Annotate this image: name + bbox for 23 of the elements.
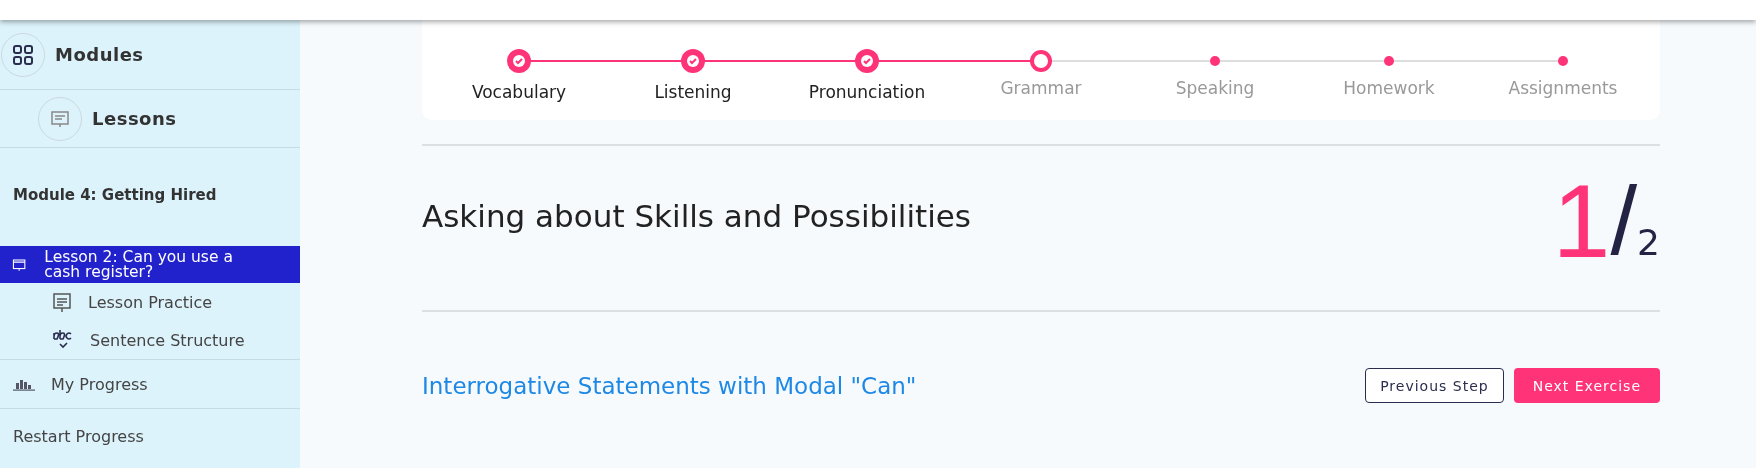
lesson-sub-item[interactable]: Lesson Practice [88,292,213,312]
step-counter-slash: / [1610,173,1638,269]
step-counter-total: 2 [1637,225,1660,261]
lesson-item[interactable]: Lesson 2: Can you use a cash register? [0,246,300,283]
step-counter-current: 1 [1552,169,1611,273]
module-title: Module 4: Getting Hired [12,185,218,206]
lesson-sub-item[interactable]: Sentence Structure [90,330,245,350]
sidebar-nav-item[interactable]: Modules [55,44,144,65]
exercise-title: Interrogative Statements with Modal "Can" [422,372,917,399]
lesson-title: Asking about Skills and Possibilities [422,198,972,234]
board-icon [52,291,72,313]
step-label[interactable]: Pronunciation [808,82,926,102]
bar-chart-icon [13,377,35,391]
spellcheck-icon [52,329,74,351]
grid-icon [12,43,34,66]
sidebar-nav-item[interactable]: Lessons [92,108,177,129]
next-button[interactable]: Next Exercise [1513,368,1660,403]
step-label[interactable]: Vocabulary [471,82,567,102]
step-label[interactable]: Listening [654,82,732,102]
restart-progress-link[interactable]: Restart Progress [13,427,144,446]
previous-button[interactable]: Previous Step [1365,368,1504,403]
my-progress-link[interactable]: My Progress [51,374,148,394]
board-icon [50,108,70,129]
